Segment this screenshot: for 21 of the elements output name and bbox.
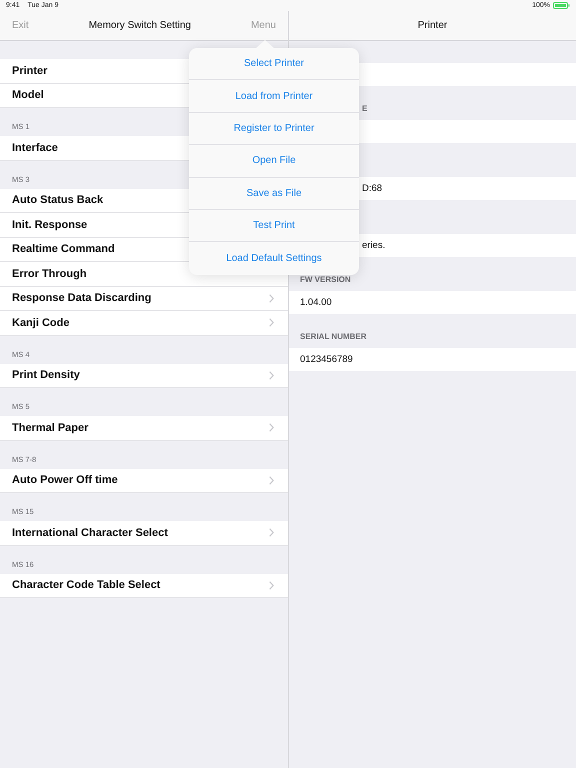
nav-title: Memory Switch Setting: [88, 20, 191, 31]
menu-item[interactable]: Load from Printer: [189, 80, 359, 113]
menu-item[interactable]: Open File: [189, 145, 359, 178]
setting-row[interactable]: Auto Power Off time: [0, 468, 288, 493]
setting-row[interactable]: International Character Select: [0, 521, 288, 546]
battery-icon: [553, 2, 570, 9]
menu-item[interactable]: Save as File: [189, 178, 359, 210]
setting-row[interactable]: Character Code Table Select: [0, 574, 288, 598]
menu-item[interactable]: Test Print: [189, 210, 359, 242]
menu-item[interactable]: Register to Printer: [189, 112, 359, 146]
setting-row[interactable]: Print Density: [0, 364, 288, 388]
nav-title: Printer: [418, 20, 448, 31]
section-header: E: [362, 104, 368, 113]
setting-row[interactable]: Kanji Code: [0, 311, 288, 336]
section-header: SERIAL NUMBER: [300, 332, 367, 341]
section-header: FW VERSION: [300, 275, 351, 284]
setting-row[interactable]: Response Data Discarding: [0, 286, 288, 311]
menu-item[interactable]: Select Printer: [189, 48, 359, 80]
info-row: 0123456789: [289, 348, 576, 371]
info-row: 1.04.00: [289, 291, 576, 314]
setting-row[interactable]: Thermal Paper: [0, 416, 288, 440]
